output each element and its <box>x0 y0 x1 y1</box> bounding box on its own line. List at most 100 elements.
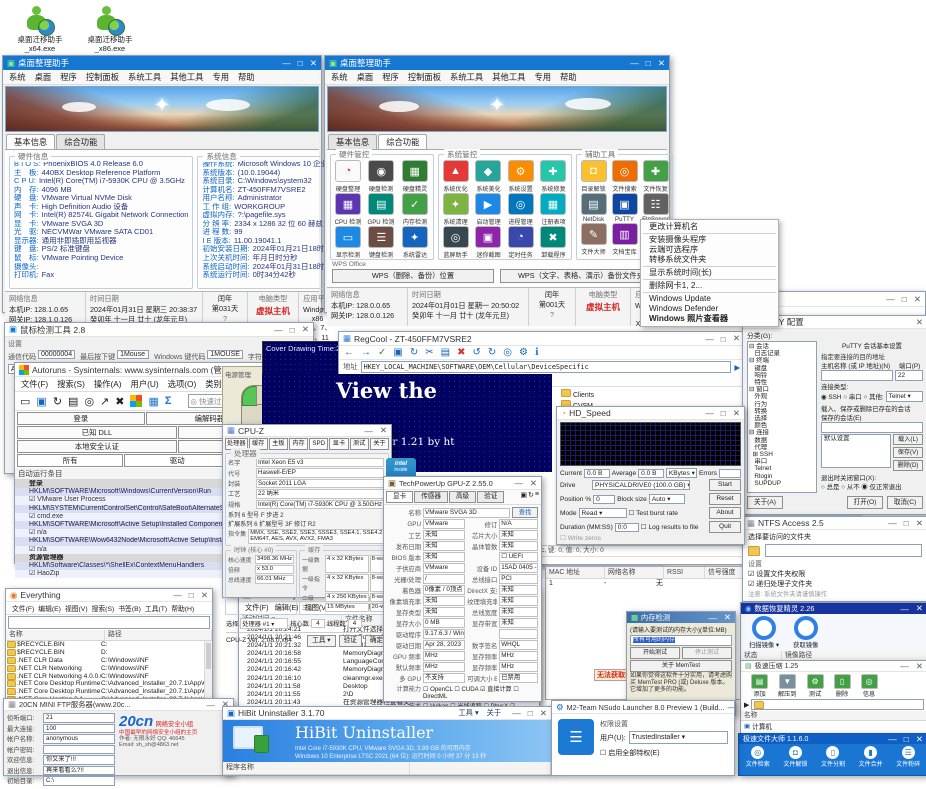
column-rssi[interactable]: RSSI <box>664 567 705 578</box>
tree-node[interactable]: 外观 <box>749 393 815 400</box>
reset-button[interactable]: Reset <box>709 493 741 505</box>
file-row[interactable]: .NET Core Desktop Runtime 3.1 x64 C:\Adv… <box>6 680 212 688</box>
tab-validate[interactable]: 验证 <box>477 491 504 503</box>
close-button[interactable]: ✕ <box>914 294 921 305</box>
tool-tile[interactable]: ✦系统清理 <box>440 193 471 226</box>
close-button[interactable]: ✕ <box>733 333 740 344</box>
titlebar[interactable]: ▦ CPU-Z —✕ <box>223 425 391 437</box>
file-row[interactable]: .NET CLR Networking 4.0.0.0 C:\Windows\I… <box>6 672 212 680</box>
tree-node[interactable]: 颜色 <box>749 422 815 429</box>
delete-icon[interactable]: ✖ <box>457 347 465 358</box>
tree-node[interactable]: 数据 <box>749 437 815 444</box>
start-button[interactable]: Start <box>709 479 741 491</box>
context-menu-item[interactable]: 删除网卡1, 2... <box>641 281 778 291</box>
menu-item[interactable]: 书签(B) <box>118 603 141 613</box>
tool-tile[interactable]: ◎文件搜索 <box>609 160 640 193</box>
about-menu[interactable]: 关于 <box>487 708 502 718</box>
column-path[interactable]: 路径 <box>105 630 212 640</box>
maximize-button[interactable]: □ <box>904 734 909 744</box>
close-button[interactable]: ✕ <box>530 478 537 489</box>
column-program-name[interactable]: 程序名称 <box>223 762 410 774</box>
menu-item[interactable]: 专用 <box>212 71 229 83</box>
context-menu-item[interactable] <box>643 292 776 293</box>
grid-icon[interactable]: ▦ <box>148 395 158 408</box>
context-menu-item[interactable]: 安装摄像头程序 <box>641 235 778 245</box>
context-menu-item[interactable]: Windows Defender <box>641 304 778 314</box>
tool-tile[interactable]: ✦系统雷达 <box>399 226 431 259</box>
tool-tile[interactable]: ◎进程管理 <box>505 193 536 226</box>
tree-node[interactable]: Telnet <box>749 465 815 472</box>
titlebar[interactable]: 极速文件大师 1.1.6.0 —□✕ <box>739 734 926 744</box>
menu-item[interactable]: 程序 <box>60 71 77 83</box>
tool-tile[interactable]: ✖卸载程序 <box>538 226 569 259</box>
tool-tile[interactable]: ✓内存检测 <box>399 193 431 226</box>
minimize-button[interactable]: — <box>900 604 909 614</box>
titlebar[interactable]: ▣ 桌面整理助手 —□✕ <box>325 56 669 70</box>
menu-item[interactable]: 编辑(E) <box>38 603 61 613</box>
tree-node[interactable]: Rlogin <box>749 473 815 480</box>
tab-basic-info[interactable]: 基本信息 <box>6 134 55 149</box>
zip-tool-button[interactable]: ⚙ 测试 <box>807 674 824 698</box>
delete-button[interactable]: 删除(D) <box>893 460 923 471</box>
menu-item[interactable]: 操作(A) <box>94 378 122 390</box>
tools-menu[interactable]: 工具 ▾ <box>458 708 478 718</box>
category-tab[interactable]: 本地安全认证 <box>17 440 177 453</box>
context-menu-item[interactable] <box>643 233 776 234</box>
category-tab[interactable]: 登录 <box>17 412 145 425</box>
minimize-button[interactable]: — <box>630 58 639 68</box>
back-icon[interactable]: ← <box>344 347 354 358</box>
folder-icon[interactable] <box>748 546 760 556</box>
titlebar[interactable]: ▣ TechPowerUp GPU-Z 2.55.0 —✕ <box>384 477 541 490</box>
ribbon-tool-button[interactable]: ◘ 文件解锁 <box>777 744 815 775</box>
category-tab[interactable]: 驱动 <box>124 454 230 467</box>
titlebar[interactable]: ▦ 20CN MINI FTP服务器(www.20c... —✕ <box>4 699 233 711</box>
settings-icon[interactable]: ⚙ <box>519 347 528 358</box>
forward-icon[interactable]: → <box>361 347 371 358</box>
desktop-icon-x64[interactable]: 桌面迁移助手_x64.exe <box>14 6 66 53</box>
processor-select[interactable]: 处理器 #1 ▾ <box>240 618 288 629</box>
titlebar[interactable]: ◔ HD_Speed —□✕ <box>557 407 744 420</box>
context-menu-item[interactable]: 显示系统时间(长) <box>641 268 778 278</box>
context-menu-item[interactable] <box>643 279 776 280</box>
sigma-icon[interactable]: Σ <box>165 395 172 407</box>
menu-item[interactable]: 桌面 <box>35 71 52 83</box>
tree-node[interactable]: 代理 <box>749 444 815 451</box>
category-tab[interactable]: 所有 <box>17 454 123 467</box>
start-test-button[interactable]: 开始测试 <box>630 647 680 659</box>
ftp-field-input[interactable]: 你又来了!!! <box>43 755 115 765</box>
info-icon[interactable]: ℹ <box>535 347 539 358</box>
titlebar[interactable]: ▦ NTFS Access 2.5 —□✕ <box>743 517 926 530</box>
cut-icon[interactable]: ✂ <box>425 347 433 358</box>
tree-node[interactable]: ⊟ 终端 <box>749 357 815 364</box>
save-button[interactable]: 保存(V) <box>893 447 923 458</box>
burst-checkbox[interactable]: ☐ Test burst rate <box>629 509 678 517</box>
about-button[interactable]: About <box>709 507 741 519</box>
tool-tile[interactable]: ▲系统优化 <box>440 160 471 193</box>
go-icon[interactable]: ▶ <box>734 363 740 372</box>
desktop-icon-x86[interactable]: 桌面迁移助手_x86.exe <box>84 6 136 53</box>
load-button[interactable]: 载入(L) <box>893 434 923 445</box>
menu-item[interactable]: 桌面 <box>357 71 374 83</box>
menu-item[interactable]: 搜索(S) <box>57 378 85 390</box>
tab-sensors[interactable]: 传感器 <box>414 491 448 503</box>
ftp-field-input[interactable]: 21 <box>43 713 115 723</box>
camera-icon[interactable]: ▣ <box>520 491 527 503</box>
close-button[interactable]: ✕ <box>916 317 923 328</box>
wireless-row[interactable]: 1 - 无 <box>546 579 743 589</box>
ftp-field-input[interactable] <box>43 745 115 755</box>
tree-node[interactable]: ⊟ 窗口 <box>749 386 815 393</box>
column-mac[interactable]: MAC 地址 <box>546 567 605 578</box>
tool-tile[interactable]: ☰键盘检测 <box>365 226 397 259</box>
close-button[interactable]: ✕ <box>380 425 387 436</box>
cpuz-tab[interactable]: 主板 <box>269 438 288 450</box>
tree-node[interactable]: 行为 <box>749 401 815 408</box>
refresh-icon[interactable]: ↻ <box>410 347 418 358</box>
copy-icon[interactable]: ▤ <box>441 347 450 358</box>
menu-item[interactable]: 系统 <box>331 71 348 83</box>
tool-tile[interactable]: ▣PuTTY <box>609 193 640 223</box>
ftp-field-input[interactable]: anonymous <box>43 734 115 744</box>
minimize-button[interactable]: — <box>274 325 283 335</box>
ribbon-tool-button[interactable]: ▮ 文件合并 <box>852 744 890 775</box>
file-row[interactable]: .NET Core Desktop Runtime 3.1 x86 C:\Adv… <box>6 688 212 696</box>
maximize-button[interactable]: □ <box>189 590 194 600</box>
